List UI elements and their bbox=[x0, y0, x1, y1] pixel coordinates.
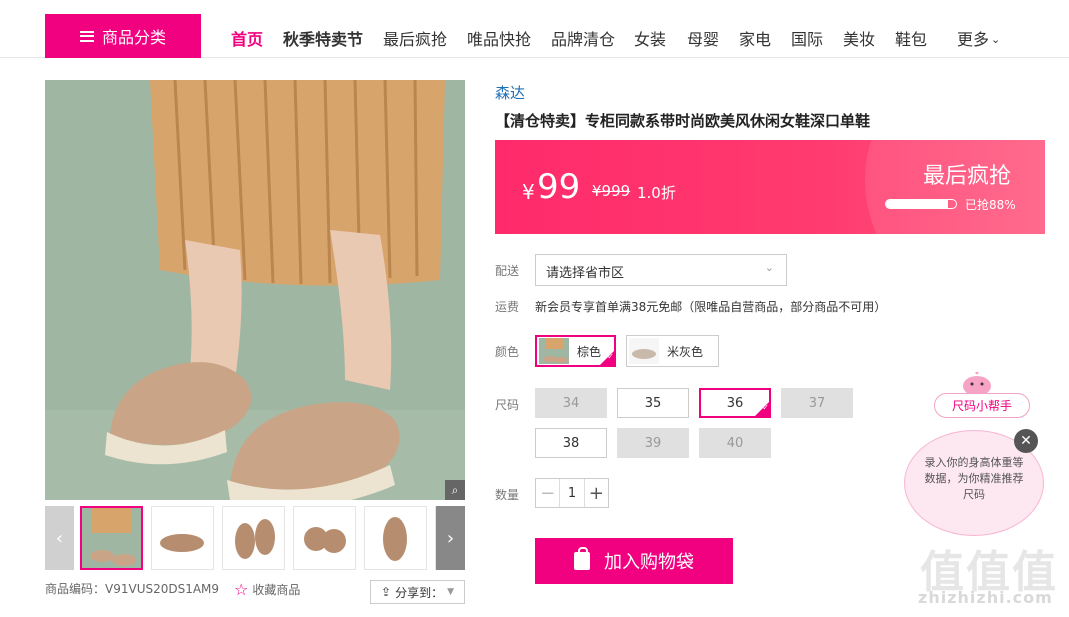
add-to-cart-button[interactable]: 加入购物袋 bbox=[535, 538, 733, 584]
freight-label: 运费 bbox=[495, 300, 520, 314]
nav-item-international[interactable]: 国际 bbox=[791, 26, 823, 50]
thumbnail-next-button[interactable]: › bbox=[436, 506, 465, 570]
color-option-beige-grey[interactable]: 米灰色 bbox=[626, 335, 719, 367]
original-price: ¥999 bbox=[592, 182, 631, 200]
nav-item-home[interactable]: 首页 bbox=[231, 26, 263, 50]
caret-down-icon: ▼ bbox=[447, 587, 454, 597]
chevron-down-icon: ⌄ bbox=[991, 33, 1001, 46]
size-option-36[interactable]: 36 bbox=[699, 388, 771, 418]
add-to-cart-label: 加入购物袋 bbox=[604, 552, 694, 573]
quantity-increase-button[interactable]: + bbox=[583, 479, 608, 507]
size-helper-button[interactable]: 尺码小帮手 bbox=[934, 393, 1030, 418]
favorite-button[interactable]: ☆ 收藏商品 bbox=[234, 580, 300, 599]
watermark-url: zhizhizhi.com bbox=[918, 588, 1053, 607]
region-select[interactable]: 请选择省市区 ⌄ bbox=[535, 254, 787, 286]
color-swatch-image bbox=[539, 338, 569, 364]
size-option-label: 36 bbox=[726, 395, 744, 411]
share-dropdown[interactable]: ⇪ 分享到： ▼ bbox=[370, 580, 465, 604]
thumbnail-image bbox=[235, 519, 275, 559]
quantity-stepper: − 1 + bbox=[535, 478, 609, 508]
nav-item-autumn-sale[interactable]: 秋季特卖节 bbox=[283, 26, 363, 50]
thumbnail-1[interactable] bbox=[80, 506, 143, 570]
thumbnail-strip: ‹ › bbox=[45, 506, 465, 570]
product-code: 商品编码：V91VUS20DS1AM9 bbox=[45, 582, 220, 596]
nav-item-last-rush[interactable]: 最后疯抢 bbox=[383, 26, 447, 50]
size-option-39[interactable]: 39 bbox=[617, 428, 689, 458]
freight-text: 新会员专享首单满38元免邮（限唯品自营商品，部分商品不可用） bbox=[535, 300, 887, 314]
thumbnail-image bbox=[304, 527, 346, 553]
shopping-bag-icon bbox=[574, 547, 590, 570]
quantity-value[interactable]: 1 bbox=[560, 479, 583, 507]
color-option-label: 棕色 bbox=[577, 344, 602, 359]
region-select-value: 请选择省市区 bbox=[546, 266, 625, 281]
nav-item-shoes-bags[interactable]: 鞋包 bbox=[895, 26, 927, 50]
nav-item-more[interactable]: 更多 ⌄ bbox=[957, 26, 1000, 50]
color-swatch-image bbox=[629, 338, 659, 364]
thumbnail-5[interactable] bbox=[364, 506, 427, 570]
chevron-right-icon: › bbox=[446, 527, 455, 549]
nav-item-brand-clearance[interactable]: 品牌清仓 bbox=[551, 26, 615, 50]
color-label: 颜色 bbox=[495, 345, 520, 359]
nav-more-label: 更多 bbox=[957, 30, 990, 49]
size-option-35[interactable]: 35 bbox=[617, 388, 689, 418]
category-menu-button[interactable]: 商品分类 bbox=[45, 14, 201, 58]
nav-item-baby[interactable]: 母婴 bbox=[687, 26, 719, 50]
sold-progress-label: 已抢88% bbox=[965, 198, 1016, 212]
flash-sale-label: 最后疯抢 bbox=[923, 164, 1012, 189]
currency-symbol: ¥ bbox=[522, 180, 535, 204]
shoes-photo bbox=[45, 80, 465, 500]
chevron-left-icon: ‹ bbox=[55, 527, 64, 549]
thumbnail-image bbox=[82, 508, 141, 568]
color-option-label: 米灰色 bbox=[667, 344, 704, 359]
zoom-icon[interactable]: ⌕ bbox=[445, 480, 465, 500]
thumbnail-3[interactable] bbox=[222, 506, 285, 570]
quantity-decrease-button[interactable]: − bbox=[536, 479, 561, 507]
nav-item-appliance[interactable]: 家电 bbox=[739, 26, 771, 50]
thumbnail-4[interactable] bbox=[293, 506, 356, 570]
color-option-brown[interactable]: 棕色 bbox=[535, 335, 616, 367]
discount-label: 1.0折 bbox=[637, 184, 676, 202]
size-option-37[interactable]: 37 bbox=[781, 388, 853, 418]
size-option-38[interactable]: 38 bbox=[535, 428, 607, 458]
category-menu-label: 商品分类 bbox=[101, 28, 166, 47]
current-price: 99 bbox=[537, 167, 581, 207]
nav-item-beauty[interactable]: 美妆 bbox=[843, 26, 875, 50]
share-label: 分享到： bbox=[395, 585, 444, 600]
chevron-down-icon: ⌄ bbox=[764, 261, 774, 274]
menu-icon bbox=[79, 30, 94, 42]
thumbnail-2[interactable] bbox=[151, 506, 214, 570]
sold-progress-bar bbox=[885, 199, 957, 209]
delivery-label: 配送 bbox=[495, 264, 520, 278]
size-option-40[interactable]: 40 bbox=[699, 428, 771, 458]
favorite-label: 收藏商品 bbox=[252, 583, 301, 597]
quantity-label: 数量 bbox=[495, 488, 520, 502]
size-label: 尺码 bbox=[495, 398, 520, 412]
nav-item-flash[interactable]: 唯品快抢 bbox=[467, 26, 531, 50]
thumbnail-image bbox=[160, 534, 204, 552]
sold-progress-fill bbox=[886, 200, 948, 208]
price-banner: ¥ 99 ¥999 1.0折 最后疯抢 已抢88% bbox=[495, 140, 1045, 234]
brand-link[interactable]: 森达 bbox=[495, 82, 525, 103]
star-icon: ☆ bbox=[234, 580, 249, 599]
checkmark-icon bbox=[755, 402, 769, 416]
thumbnail-image bbox=[383, 517, 407, 561]
thumbnail-prev-button[interactable]: ‹ bbox=[45, 506, 74, 570]
size-option-34[interactable]: 34 bbox=[535, 388, 607, 418]
close-icon[interactable]: ✕ bbox=[1014, 429, 1038, 453]
product-title: 【清仓特卖】专柜同款系带时尚欧美风休闲女鞋深口单鞋 bbox=[495, 112, 871, 130]
nav-item-women[interactable]: 女装 bbox=[634, 26, 666, 50]
share-icon: ⇪ bbox=[381, 585, 392, 599]
top-nav: 商品分类 首页 秋季特卖节 最后疯抢 唯品快抢 品牌清仓 女装 母婴 家电 国际… bbox=[0, 14, 1069, 58]
main-product-image[interactable]: ⌕ bbox=[45, 80, 465, 500]
checkmark-icon bbox=[600, 351, 614, 365]
